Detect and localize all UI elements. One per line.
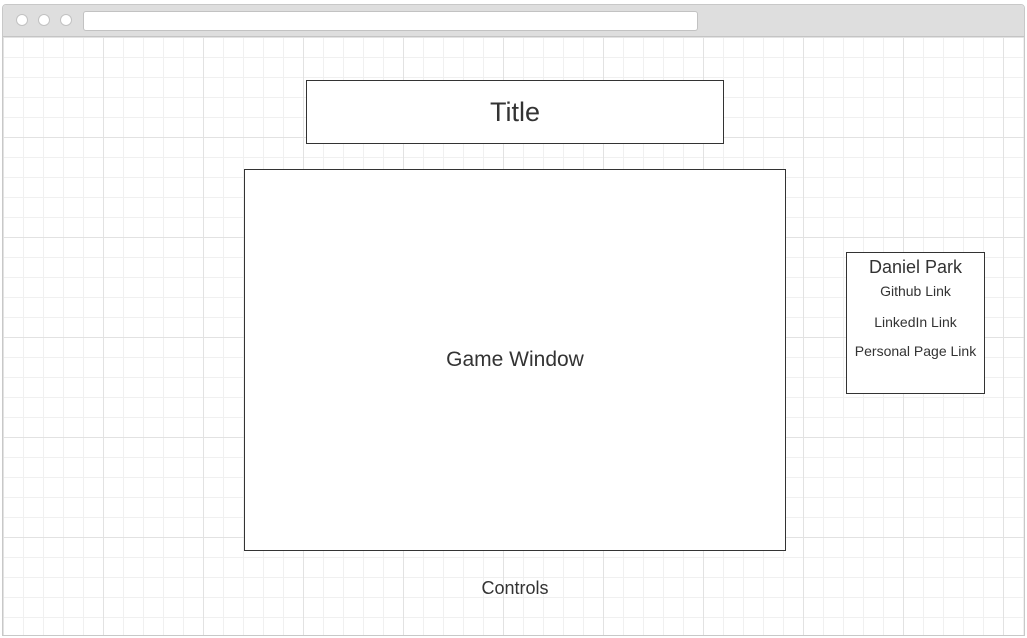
window-close-button[interactable] (16, 14, 28, 26)
browser-window: Title Game Window Daniel Park Github Lin… (2, 4, 1025, 636)
page-title: Title (306, 80, 724, 144)
window-maximize-button[interactable] (60, 14, 72, 26)
page-canvas: Title Game Window Daniel Park Github Lin… (3, 37, 1024, 635)
browser-titlebar (3, 5, 1024, 37)
controls-label: Controls (481, 578, 549, 598)
github-link[interactable]: Github Link (847, 283, 984, 299)
address-bar[interactable] (83, 11, 698, 31)
profile-name: Daniel Park (868, 257, 963, 277)
personal-page-link[interactable]: Personal Page Link (847, 343, 984, 359)
game-window[interactable]: Game Window (244, 169, 786, 551)
profile-card: Daniel Park Github Link LinkedIn Link Pe… (846, 252, 985, 394)
linkedin-link[interactable]: LinkedIn Link (847, 314, 984, 330)
game-window-label: Game Window (446, 348, 584, 371)
window-minimize-button[interactable] (38, 14, 50, 26)
